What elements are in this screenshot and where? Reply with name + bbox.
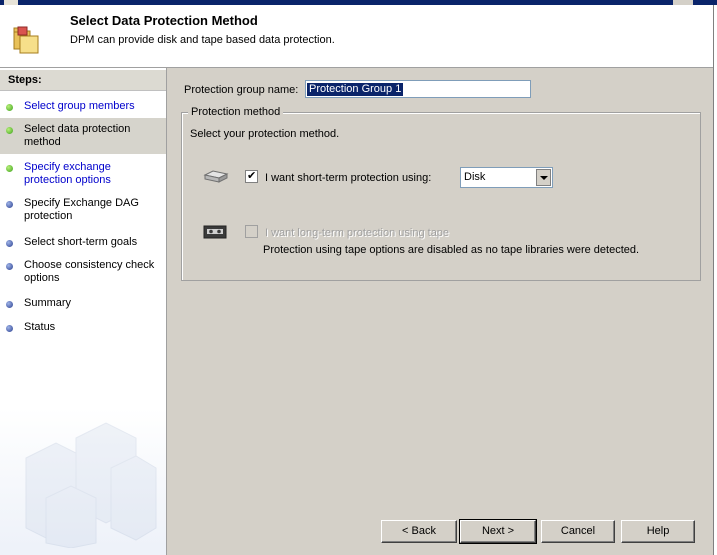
- protection-group-name-input[interactable]: Protection Group 1: [305, 80, 531, 98]
- step-label: Choose consistency check options: [24, 259, 155, 284]
- cancel-button[interactable]: Cancel: [541, 520, 615, 543]
- step-summary: Summary: [0, 297, 166, 313]
- steps-heading-label: Steps:: [8, 74, 42, 86]
- protection-group-name-label: Protection group name:: [184, 84, 299, 96]
- step-pending-icon: [6, 325, 13, 332]
- wizard-content: Protection group name: Protection Group …: [170, 68, 713, 555]
- step-pending-icon: [6, 301, 13, 308]
- step-select-group-members[interactable]: Select group members: [0, 100, 166, 116]
- step-label: Select group members: [24, 100, 135, 112]
- step-status: Status: [0, 321, 166, 337]
- wizard-header: Select Data Protection Method DPM can pr…: [0, 5, 717, 68]
- step-current-icon: [6, 127, 13, 134]
- protection-group-name-value: Protection Group 1: [307, 83, 404, 96]
- page-title: Select Data Protection Method: [70, 13, 258, 28]
- servers-watermark-icon: [25, 422, 157, 548]
- step-pending-icon: [6, 240, 13, 247]
- step-label: Status: [24, 321, 56, 333]
- protection-method-title: Protection method: [188, 106, 284, 118]
- window-right-border: [713, 5, 717, 555]
- step-complete-icon: [6, 165, 13, 172]
- short-term-media-select[interactable]: Disk: [460, 167, 553, 188]
- back-button[interactable]: < Back: [381, 520, 457, 543]
- chevron-down-icon[interactable]: [536, 169, 551, 186]
- short-term-protection-checkbox[interactable]: [245, 169, 258, 183]
- short-term-media-value: Disk: [464, 171, 486, 183]
- help-button[interactable]: Help: [621, 520, 695, 543]
- step-specify-exchange-dag-protection: Specify Exchange DAG protection: [0, 197, 166, 225]
- step-pending-icon: [6, 263, 13, 270]
- step-pending-icon: [6, 201, 13, 208]
- disk-drive-icon: [203, 170, 229, 183]
- steps-sidebar: Steps: Select group members Select data …: [0, 68, 167, 555]
- page-subtitle: DPM can provide disk and tape based data…: [70, 34, 335, 46]
- step-choose-consistency-check-options: Choose consistency check options: [0, 259, 166, 287]
- tape-cartridge-icon: [203, 225, 227, 239]
- step-label: Summary: [24, 297, 72, 309]
- step-complete-icon: [6, 104, 13, 111]
- step-label: Specify Exchange DAG protection: [24, 197, 139, 222]
- step-label: Select data protection method: [24, 123, 131, 148]
- short-term-protection-label: I want short-term protection using:: [265, 172, 432, 184]
- step-specify-exchange-protection-options[interactable]: Specify exchange protection options: [0, 161, 166, 189]
- step-select-short-term-goals: Select short-term goals: [0, 236, 166, 252]
- step-label: Specify exchange protection options: [24, 161, 111, 186]
- steps-heading: Steps:: [0, 70, 166, 91]
- protection-folders-icon: [13, 26, 39, 54]
- protection-method-instruction: Select your protection method.: [190, 128, 340, 140]
- step-select-data-protection-method[interactable]: Select data protection method: [0, 118, 166, 154]
- long-term-tape-checkbox[interactable]: [245, 225, 258, 238]
- tape-disabled-note: Protection using tape options are disabl…: [263, 244, 640, 256]
- step-label: Select short-term goals: [24, 236, 138, 248]
- next-button[interactable]: Next >: [459, 519, 537, 544]
- long-term-tape-label: I want long-term protection using tape: [265, 227, 450, 239]
